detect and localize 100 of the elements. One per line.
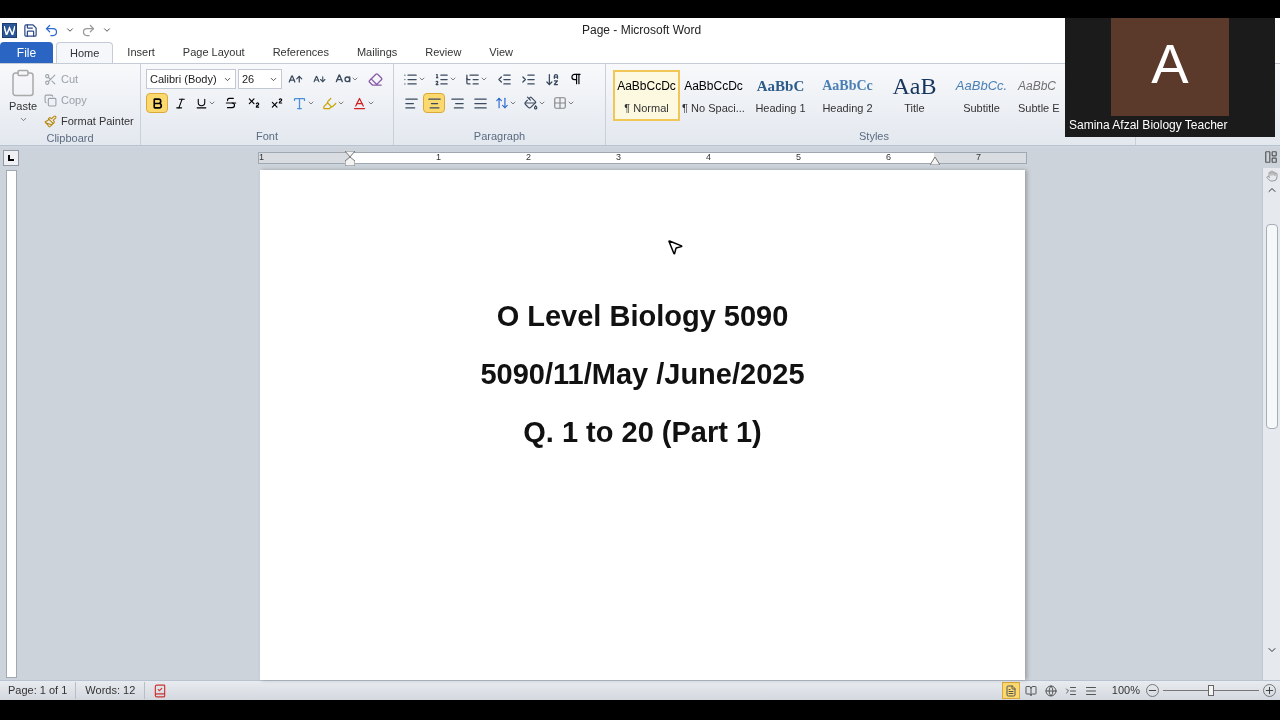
participant-name: Samina Afzal Biology Teacher	[1067, 116, 1230, 134]
paintbrush-icon	[44, 114, 57, 128]
strikethrough-icon	[224, 96, 238, 110]
scissors-icon	[44, 72, 57, 86]
caret-icon[interactable]	[65, 25, 75, 35]
view-ruler-icon[interactable]	[1264, 150, 1278, 164]
view-icon	[1044, 684, 1057, 697]
group-label: Font	[256, 128, 278, 144]
bullet-list-icon	[403, 71, 418, 87]
align-icon	[472, 95, 488, 111]
eraser-icon	[367, 71, 383, 87]
line-spacing-icon	[495, 96, 509, 110]
document-heading: O Level Biology 5090	[496, 299, 789, 334]
align-icon	[426, 95, 442, 111]
caret-icon	[337, 99, 345, 107]
style-item[interactable]: AaBbC Heading 1	[747, 70, 814, 121]
style-item[interactable]: AaBbCcDc ¶ No Spaci...	[680, 70, 747, 121]
group-label: Styles	[859, 128, 889, 144]
bold-button[interactable]	[146, 93, 168, 113]
align-button[interactable]	[423, 93, 445, 113]
caret-icon	[449, 75, 457, 83]
decrease-indent-icon	[496, 71, 512, 87]
vertical-scrollbar[interactable]	[1262, 168, 1280, 680]
save-icon[interactable]	[23, 22, 38, 38]
style-item[interactable]: AaBbC Subtle E	[1015, 70, 1064, 121]
zoom-slider[interactable]	[1163, 684, 1259, 697]
zoom-in-icon[interactable]	[1263, 684, 1276, 697]
ruler-number: 2	[526, 151, 531, 164]
app-logo-icon[interactable]	[2, 22, 17, 38]
text-effects-icon	[292, 95, 307, 111]
zoom-thumb[interactable]	[1208, 684, 1214, 696]
view-icon	[1064, 684, 1077, 697]
proofing-icon[interactable]	[153, 683, 168, 698]
caret-icon	[509, 99, 517, 107]
ruler-number: 3	[616, 151, 621, 164]
ruler-number: 5	[796, 151, 801, 164]
ruler-number: 1	[436, 151, 441, 164]
participant-initial: A	[1151, 36, 1189, 92]
view-icon	[1084, 684, 1097, 697]
window-title: Page - Microsoft Word	[582, 22, 702, 39]
subscript-icon	[247, 96, 261, 110]
paint-bucket-icon	[524, 96, 538, 110]
customize-icon[interactable]	[102, 25, 112, 35]
bold-icon	[150, 96, 164, 110]
style-item[interactable]: AaBbCc Heading 2	[814, 70, 881, 121]
caret-icon	[351, 75, 359, 83]
view-icon	[1024, 684, 1037, 697]
zoom-level[interactable]: 100%	[1111, 682, 1140, 699]
tab-selector-icon[interactable]	[3, 150, 19, 166]
caret-icon	[367, 99, 375, 107]
font-size-field[interactable]: 26	[238, 69, 282, 89]
ribbon-tab[interactable]: Page Layout	[168, 42, 259, 63]
ruler-number: 6	[886, 151, 891, 164]
page-count[interactable]: Page: 1 of 1	[0, 682, 77, 699]
undo-icon[interactable]	[44, 22, 59, 38]
multilevel-list-icon	[465, 71, 480, 87]
ruler-number: 1	[259, 151, 264, 164]
italic-icon	[173, 96, 187, 110]
align-icon	[403, 95, 419, 111]
font-name: Calibri (Body)	[150, 71, 217, 87]
caret-icon	[567, 99, 575, 107]
ribbon-tab[interactable]: Home	[56, 42, 114, 63]
highlighter-icon	[322, 95, 337, 111]
format-painter-button[interactable]: Format Painter	[44, 112, 134, 130]
view-button[interactable]	[1001, 682, 1020, 699]
right-indent-icon[interactable]	[930, 157, 940, 165]
borders-icon	[553, 96, 567, 110]
paste-button[interactable]: Paste	[6, 68, 40, 130]
pilcrow-icon	[569, 72, 583, 86]
ribbon-tab[interactable]: Review	[411, 42, 476, 63]
scroll-thumb[interactable]	[1265, 224, 1278, 429]
sort-icon	[544, 71, 560, 87]
file-tab[interactable]: File	[0, 42, 53, 63]
ribbon-tab[interactable]: Mailings	[342, 42, 412, 63]
caret-icon	[538, 99, 546, 107]
caret-icon	[480, 75, 488, 83]
cursor-icon	[666, 238, 684, 256]
ribbon-tab[interactable]: Insert	[113, 42, 169, 63]
style-item[interactable]: AaBbCc. Subtitle	[948, 70, 1015, 121]
caret-icon	[307, 99, 315, 107]
ruler-number: 4	[706, 151, 711, 164]
document-heading: Q. 1 to 20 (Part 1)	[523, 415, 762, 450]
caret-icon	[208, 99, 216, 107]
ruler-number: 7	[976, 151, 981, 164]
font-name-field[interactable]: Calibri (Body)	[146, 69, 236, 89]
increase-indent-icon	[520, 71, 536, 87]
document-heading: 5090/11/May /June/2025	[480, 357, 805, 392]
font-size: 26	[242, 71, 255, 87]
style-item[interactable]: AaB Title	[881, 70, 948, 121]
indent-marker-icon[interactable]	[345, 151, 355, 166]
ribbon-tab[interactable]: References	[258, 42, 343, 63]
group-label: Paragraph	[473, 128, 526, 144]
view-icon	[1004, 684, 1017, 697]
word-count[interactable]: Words: 12	[76, 682, 146, 699]
style-item[interactable]: AaBbCcDc ¶ Normal	[613, 70, 680, 121]
copy-icon	[44, 93, 57, 107]
ribbon-tab[interactable]: View	[475, 42, 527, 63]
font-color-icon	[352, 95, 367, 111]
caret-icon	[418, 75, 426, 83]
redo-icon[interactable]	[81, 22, 96, 38]
